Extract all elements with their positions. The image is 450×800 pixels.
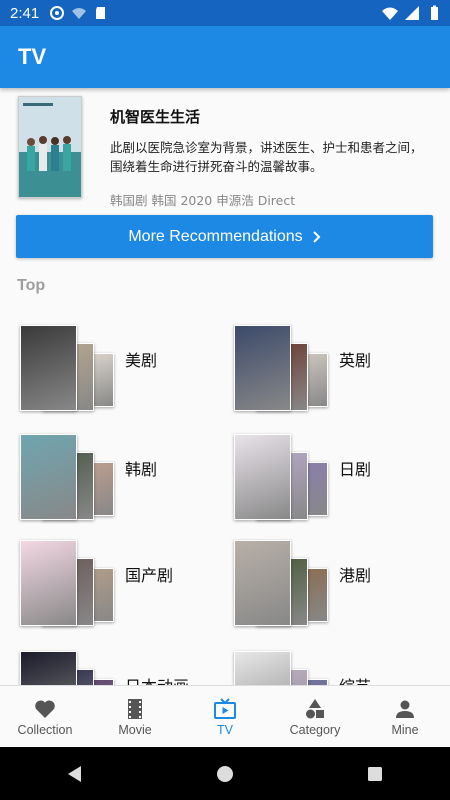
category-poster-thumb (234, 651, 291, 685)
category-label: 港剧 (339, 566, 372, 585)
category-item[interactable]: 港剧 (234, 540, 434, 630)
nav-movie-label: Movie (118, 723, 152, 737)
category-poster-thumb (234, 325, 291, 411)
shapes-icon (306, 699, 324, 719)
vpn-key-icon (50, 6, 65, 20)
heart-icon (35, 700, 55, 718)
nav-mine[interactable]: Mine (360, 686, 450, 748)
nav-collection-label: Collection (17, 723, 73, 737)
category-item[interactable]: 日剧 (234, 434, 434, 524)
featured-show-card[interactable]: 机智医生生活 此剧以医院急诊室为背景，讲述医生、护士和患者之间，围绕着生命进行拼… (18, 96, 433, 208)
nav-tv[interactable]: TV (180, 686, 270, 748)
category-item[interactable]: 英剧 (234, 325, 434, 415)
poster-art (19, 97, 81, 197)
status-time: 2:41 (10, 4, 40, 22)
nav-tv-label: TV (217, 723, 233, 737)
signal-icon (405, 6, 419, 20)
app-bar: TV (0, 26, 450, 88)
category-item[interactable]: 综艺 (234, 651, 434, 685)
home-icon[interactable] (216, 765, 234, 783)
featured-title[interactable]: 机智医生生活 (110, 106, 200, 127)
category-label: 综艺 (339, 673, 371, 685)
nav-mine-label: Mine (391, 723, 419, 737)
tv-icon (214, 698, 236, 719)
category-label: 韩剧 (125, 460, 158, 479)
wifi-question-icon (72, 8, 87, 19)
category-item[interactable]: 国产剧 (20, 540, 220, 630)
system-navigation-bar (0, 747, 450, 800)
category-poster-stack (234, 325, 334, 415)
category-label: 日剧 (339, 460, 372, 479)
category-poster-stack (234, 651, 334, 685)
category-poster-thumb (234, 540, 291, 626)
main-content[interactable]: 机智医生生活 此剧以医院急诊室为背景，讲述医生、护士和患者之间，围绕着生命进行拼… (0, 88, 450, 685)
nav-movie[interactable]: Movie (90, 686, 180, 748)
category-label: 英剧 (339, 351, 372, 370)
nav-category[interactable]: Category (270, 686, 360, 748)
person-icon (396, 700, 414, 718)
category-poster-stack (20, 540, 120, 630)
category-item[interactable]: 日本动画 (20, 651, 220, 685)
nav-collection[interactable]: Collection (0, 686, 90, 748)
back-icon[interactable] (66, 765, 84, 783)
category-item[interactable]: 韩剧 (20, 434, 220, 524)
featured-poster[interactable] (18, 96, 82, 198)
wifi-icon (382, 7, 398, 20)
bottom-navigation: Collection Movie TV Category Mine (0, 685, 450, 748)
category-poster-stack (20, 651, 120, 685)
category-poster-thumb (20, 325, 77, 411)
category-label: 美剧 (125, 351, 158, 370)
sd-card-icon (96, 7, 106, 19)
more-recommendations-label: More Recommendations (128, 227, 303, 245)
category-poster-stack (20, 325, 120, 415)
recents-icon[interactable] (366, 765, 384, 783)
chevron-right-icon (312, 230, 321, 243)
film-icon (128, 699, 142, 719)
category-poster-stack (234, 540, 334, 630)
category-poster-thumb (20, 540, 77, 626)
featured-meta: 韩国剧 韩国 2020 申源浩 Direct (110, 193, 296, 208)
category-item[interactable]: 美剧 (20, 325, 220, 415)
category-poster-stack (20, 434, 120, 524)
more-recommendations-button[interactable]: More Recommendations (16, 215, 433, 258)
nav-category-label: Category (289, 723, 341, 737)
category-label: 日本动画 (125, 673, 189, 685)
category-poster-thumb (20, 651, 77, 685)
category-poster-thumb (20, 434, 77, 520)
status-bar: 2:41 (0, 0, 450, 26)
section-title-top: Top (17, 277, 46, 294)
page-title: TV (18, 44, 47, 69)
battery-icon (431, 5, 438, 20)
category-poster-stack (234, 434, 334, 524)
category-label: 国产剧 (125, 566, 174, 585)
featured-description: 此剧以医院急诊室为背景，讲述医生、护士和患者之间，围绕着生命进行拼死奋斗的温馨故… (110, 140, 423, 174)
category-poster-thumb (234, 434, 291, 520)
